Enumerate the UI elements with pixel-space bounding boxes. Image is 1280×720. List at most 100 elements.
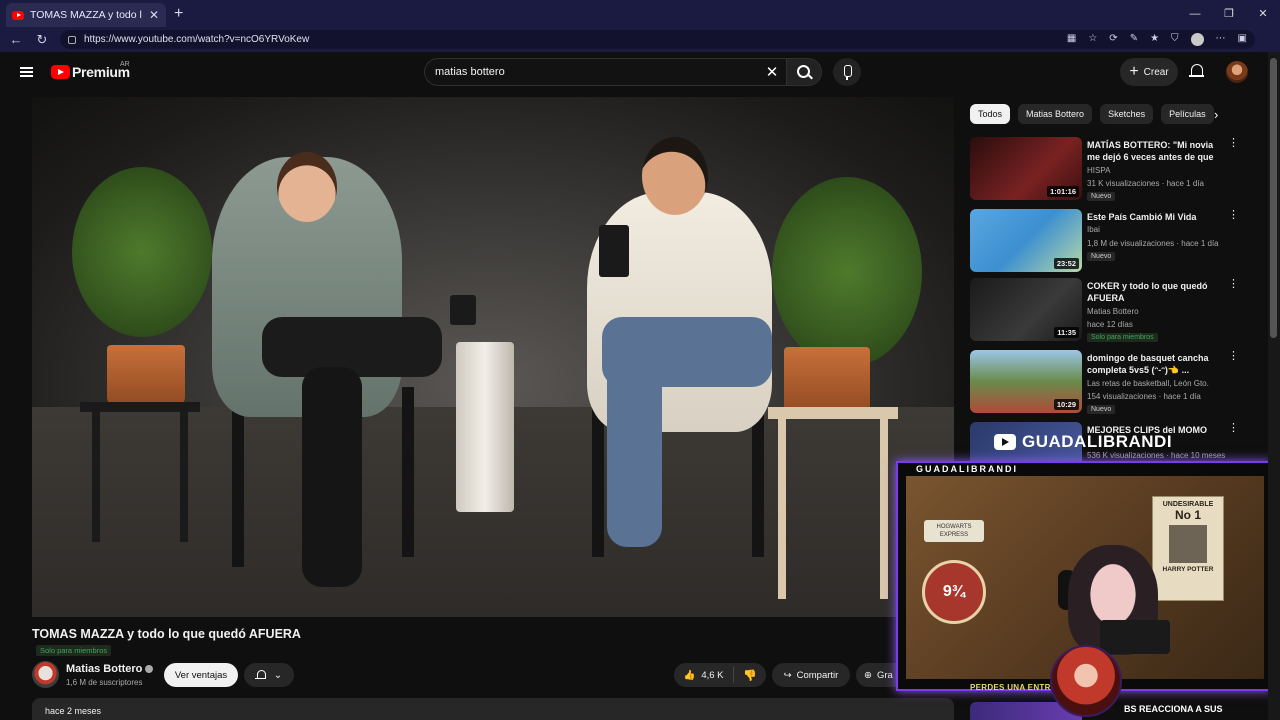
save-icon: ⊕ <box>864 669 872 681</box>
more-options-icon[interactable]: ⋮ <box>1228 279 1239 289</box>
perks-button[interactable]: Ver ventajas <box>164 663 238 687</box>
clear-search-icon[interactable]: ✕ <box>758 63 786 81</box>
voice-search-icon[interactable] <box>833 58 861 86</box>
menu-icon[interactable] <box>20 67 33 77</box>
create-label: Crear <box>1143 66 1169 78</box>
like-dislike-group: 👍 4,6 K 👎 <box>674 663 766 687</box>
left-plant <box>72 167 212 337</box>
youtube-favicon-icon <box>12 10 24 20</box>
close-window-icon[interactable]: ✕ <box>1246 7 1280 20</box>
streamer-banner: GUADALIBRANDI <box>994 427 1174 457</box>
poster-number: No 1 <box>1174 508 1201 522</box>
scrollbar-thumb[interactable] <box>1270 58 1277 338</box>
left-guest-head <box>277 152 337 222</box>
account-avatar[interactable] <box>1226 61 1248 83</box>
notifications-icon[interactable] <box>1189 64 1204 79</box>
video-duration: 11:35 <box>1054 327 1079 338</box>
verified-icon <box>145 665 154 674</box>
url-field[interactable]: https://www.youtube.com/watch?v=ncO6YRVo… <box>60 30 1255 49</box>
chip-sketches[interactable]: Sketches <box>1100 104 1154 124</box>
sidebar-icon[interactable]: ▣ <box>1238 33 1247 46</box>
recommendation-channel[interactable]: Matias Bottero <box>1087 307 1139 316</box>
profile-icon[interactable] <box>1190 33 1204 46</box>
back-icon[interactable]: ← <box>8 32 24 47</box>
recommendation-meta: 1,8 M de visualizaciones · hace 1 día <box>1087 239 1219 248</box>
search-button[interactable] <box>786 58 822 86</box>
recommendation-channel[interactable]: Las retas de basketball, León Gto. <box>1087 379 1209 388</box>
recommendation-channel[interactable]: Ibai <box>1087 225 1100 234</box>
recommendation-title[interactable]: MATÍAS BOTTERO: "Mi novia me dejó 6 vece… <box>1087 139 1222 163</box>
poster-photo <box>1169 525 1207 563</box>
recommendation-title[interactable]: Este País Cambió Mi Vida <box>1087 211 1222 223</box>
site-info-icon[interactable] <box>68 35 76 44</box>
microphone <box>1100 620 1170 654</box>
video-duration: 23:52 <box>1053 258 1079 269</box>
create-button[interactable]: + Crear <box>1120 58 1178 86</box>
more-options-icon[interactable]: ⋮ <box>1228 138 1239 148</box>
more-icon[interactable]: ⋯ <box>1216 33 1226 46</box>
upload-date: hace 2 meses <box>45 706 102 716</box>
recommendation-thumbnail[interactable]: 23:52 <box>970 209 1082 272</box>
channel-name[interactable]: Matias Bottero <box>66 663 154 675</box>
chip-matias-bottero[interactable]: Matias Bottero <box>1018 104 1093 124</box>
favorites-icon[interactable]: ★ <box>1150 33 1159 46</box>
dislike-button[interactable]: 👎 <box>734 669 766 682</box>
notification-settings-button[interactable]: ⌄ <box>244 663 294 687</box>
streamer-avatar <box>1050 645 1122 717</box>
left-guest-legs <box>302 367 362 587</box>
recommendation-title[interactable]: domingo de basquet cancha completa 5vs5 … <box>1087 352 1222 376</box>
browser-tab[interactable]: TOMAS MAZZA y todo lo que quedó AFUERA ✕ <box>6 3 166 27</box>
recommendation-thumbnail[interactable]: 10:29 <box>970 350 1082 413</box>
description-box[interactable]: hace 2 meses <box>32 698 954 720</box>
streamer-name: GUADALIBRANDI <box>1022 432 1173 451</box>
refresh-extension-icon[interactable]: ⟳ <box>1109 33 1117 46</box>
apps-icon[interactable]: ▦ <box>1067 33 1076 46</box>
minimize-icon[interactable]: — <box>1178 8 1212 20</box>
tab-close-icon[interactable]: ✕ <box>148 8 160 22</box>
right-stool <box>768 407 898 419</box>
chip-movies[interactable]: Películas <box>1161 104 1214 124</box>
chevron-right-icon[interactable]: › <box>1214 107 1218 122</box>
video-duration: 10:29 <box>1053 399 1079 410</box>
recommendation-item[interactable]: 10:29 domingo de basquet cancha completa… <box>970 350 1240 416</box>
shield-icon[interactable]: ⛉ <box>1171 33 1179 46</box>
like-count: 4,6 K <box>701 669 724 681</box>
new-tab-icon[interactable]: + <box>174 5 183 23</box>
recommendation-item[interactable]: 11:35 COKER y todo lo que quedó AFUERA M… <box>970 278 1240 344</box>
channel-avatar[interactable] <box>32 661 59 688</box>
right-stool-leg <box>880 419 888 599</box>
like-button[interactable]: 👍 4,6 K <box>674 667 734 683</box>
left-guest-legs <box>262 317 442 377</box>
search-input[interactable]: matias bottero ✕ <box>424 58 786 86</box>
chip-all[interactable]: Todos <box>970 104 1011 124</box>
hogwarts-sign: HOGWARTS EXPRESS <box>924 520 984 542</box>
filter-chips: Todos Matias Bottero Sketches Películas <box>970 104 1220 124</box>
left-pot <box>107 345 185 407</box>
maximize-icon[interactable]: ❐ <box>1212 7 1246 20</box>
recommendation-channel[interactable]: HISPA <box>1087 166 1110 175</box>
video-player[interactable] <box>32 97 954 617</box>
recommendation-item[interactable]: 23:52 Este País Cambió Mi Vida Ibai 1,8 … <box>970 209 1240 275</box>
recommendation-item[interactable]: 1:01:16 MATÍAS BOTTERO: "Mi novia me dej… <box>970 137 1240 203</box>
more-options-icon[interactable]: ⋮ <box>1228 210 1239 220</box>
browser-toolbar-icons: ▦ ☆ ⟳ ✎ ★ ⛉ ⋯ ▣ <box>1067 33 1247 46</box>
poster-footer: HARRY POTTER <box>1162 566 1214 573</box>
recommendation-thumbnail[interactable]: 11:35 <box>970 278 1082 341</box>
youtube-logo-icon[interactable] <box>51 65 70 79</box>
new-badge: Nuevo <box>1087 252 1116 261</box>
recommendation-title[interactable]: BS REACCIONA A SUS <box>1124 704 1223 714</box>
right-stool-leg <box>778 419 786 599</box>
recommendation-title[interactable]: COKER y todo lo que quedó AFUERA <box>1087 280 1222 304</box>
right-pot <box>784 347 870 415</box>
save-label: Gra <box>876 669 893 681</box>
recommendation-thumbnail[interactable]: 1:01:16 <box>970 137 1082 200</box>
more-options-icon[interactable]: ⋮ <box>1228 423 1239 433</box>
cup <box>450 295 476 325</box>
share-button[interactable]: ↪ Compartir <box>772 663 850 687</box>
recommendation-meta: hace 12 días <box>1087 320 1133 329</box>
favorite-icon[interactable]: ☆ <box>1088 33 1097 46</box>
extensions-icon[interactable]: ✎ <box>1130 33 1138 46</box>
reload-icon[interactable]: ↻ <box>34 32 50 48</box>
more-options-icon[interactable]: ⋮ <box>1228 351 1239 361</box>
window-controls: — ❐ ✕ <box>1178 0 1280 27</box>
